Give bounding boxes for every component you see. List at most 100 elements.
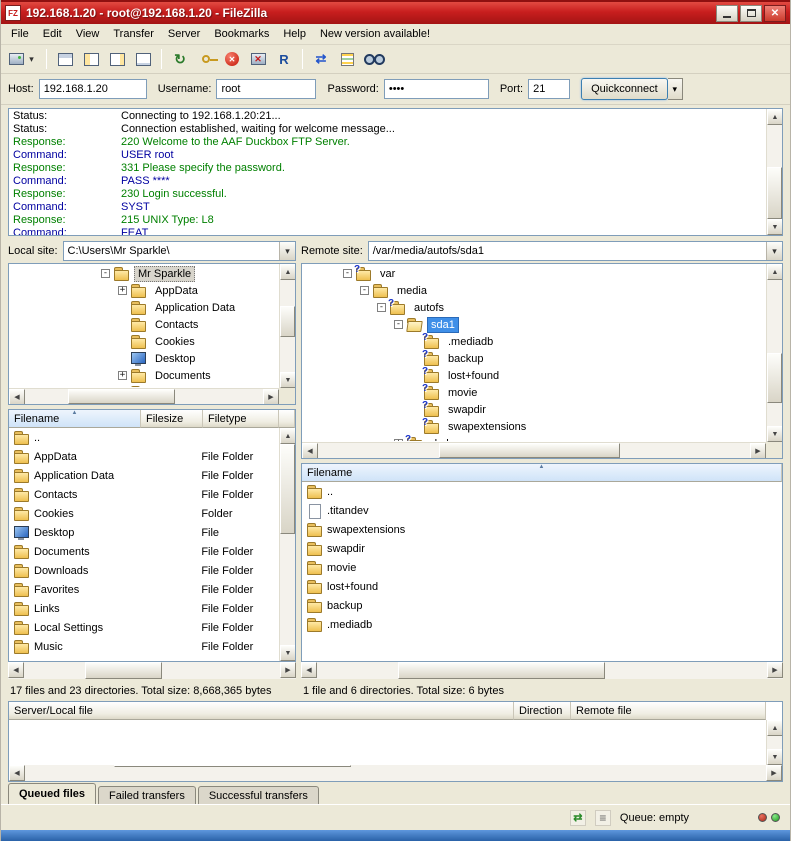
scrollbar-thumb[interactable]: [767, 167, 782, 219]
scroll-up-button[interactable]: [280, 264, 296, 280]
local-list-horizontal-scrollbar[interactable]: [8, 662, 296, 679]
file-row[interactable]: Local Settings File Folder: [10, 618, 278, 637]
refresh-button[interactable]: [168, 47, 192, 71]
file-row[interactable]: ..: [10, 428, 278, 447]
synchronized-browsing-button[interactable]: [309, 47, 333, 71]
scroll-down-button[interactable]: [767, 426, 783, 442]
tree-item[interactable]: + ? dvd: [303, 435, 765, 441]
reconnect-button[interactable]: [272, 47, 296, 71]
message-log[interactable]: Status:Connecting to 192.168.1.20:21... …: [8, 108, 783, 236]
tree-item[interactable]: - ? var: [303, 265, 765, 282]
tree-item[interactable]: ? movie: [303, 384, 765, 401]
file-row[interactable]: AppData File Folder: [10, 447, 278, 466]
file-row[interactable]: ..: [303, 482, 781, 501]
tree-item[interactable]: ? swapdir: [303, 401, 765, 418]
menu-item[interactable]: New version available!: [313, 25, 437, 43]
titlebar[interactable]: 192.168.1.20 - root@192.168.1.20 - FileZ…: [1, 0, 790, 24]
tree-expander-icon[interactable]: +: [118, 286, 127, 295]
column-header-remote-file[interactable]: Remote file: [571, 702, 766, 720]
remote-directory-tree[interactable]: - ? var - media: [301, 263, 783, 459]
local-site-dropdown-icon[interactable]: [279, 242, 295, 260]
file-row[interactable]: Contacts File Folder: [10, 485, 278, 504]
remote-tree-horizontal-scrollbar[interactable]: [302, 442, 766, 458]
directory-comparison-button[interactable]: [335, 47, 359, 71]
scrollbar-track[interactable]: [767, 125, 782, 219]
remote-site-combobox[interactable]: /var/media/autofs/sda1: [368, 241, 783, 261]
tree-item[interactable]: Desktop: [10, 350, 278, 367]
toggle-message-log-button[interactable]: [53, 47, 77, 71]
scrollbar-thumb[interactable]: [114, 765, 351, 767]
tree-expander-icon[interactable]: -: [101, 269, 110, 278]
scroll-down-button[interactable]: [767, 219, 783, 235]
remote-site-dropdown-icon[interactable]: [766, 242, 782, 260]
file-row[interactable]: backup: [303, 596, 781, 615]
local-file-list[interactable]: Filename Filesize Filetype ..: [8, 409, 296, 662]
file-row[interactable]: Links File Folder: [10, 599, 278, 618]
log-vertical-scrollbar[interactable]: [766, 109, 782, 235]
file-row[interactable]: Documents File Folder: [10, 542, 278, 561]
find-files-button[interactable]: [361, 47, 388, 71]
tree-expander-icon[interactable]: -: [377, 303, 386, 312]
toggle-queue-button[interactable]: [131, 47, 155, 71]
scrollbar-track[interactable]: [767, 280, 782, 426]
file-row[interactable]: .mediadb: [303, 615, 781, 634]
menu-item[interactable]: Server: [161, 25, 207, 43]
scrollbar-track[interactable]: [318, 443, 750, 458]
password-input[interactable]: [384, 79, 489, 99]
menu-item[interactable]: Transfer: [106, 25, 161, 43]
tree-item[interactable]: + Documents: [10, 367, 278, 384]
scroll-right-button[interactable]: [767, 662, 783, 678]
host-input[interactable]: [39, 79, 147, 99]
file-row[interactable]: swapdir: [303, 539, 781, 558]
file-row[interactable]: movie: [303, 558, 781, 577]
queue-tab[interactable]: Failed transfers: [98, 786, 196, 804]
column-header-filesize[interactable]: Filesize: [141, 410, 203, 428]
tree-item[interactable]: ? .mediadb: [303, 333, 765, 350]
scrollbar-track[interactable]: [24, 662, 280, 679]
scroll-left-button[interactable]: [8, 662, 24, 678]
quickconnect-dropdown-button[interactable]: [668, 78, 683, 100]
queue-tab[interactable]: Queued files: [8, 783, 96, 804]
scroll-left-button[interactable]: [9, 765, 25, 781]
scroll-right-button[interactable]: [263, 389, 279, 405]
synchronized-browsing-status-icon[interactable]: [570, 810, 586, 826]
scrollbar-thumb[interactable]: [280, 306, 295, 337]
file-row[interactable]: Desktop File: [10, 523, 278, 542]
scrollbar-track[interactable]: [280, 444, 295, 645]
queue-vertical-scrollbar[interactable]: [766, 720, 782, 765]
site-manager-dropdown-icon[interactable]: [26, 50, 37, 68]
tree-item[interactable]: - sda1: [303, 316, 765, 333]
menu-item[interactable]: Bookmarks: [207, 25, 276, 43]
scroll-up-button[interactable]: [280, 428, 296, 444]
column-header-filetype[interactable]: Filetype: [203, 410, 279, 428]
scrollbar-thumb[interactable]: [398, 662, 605, 679]
scroll-left-button[interactable]: [9, 389, 25, 405]
tree-expander-icon[interactable]: -: [394, 320, 403, 329]
maximize-button[interactable]: [740, 5, 762, 22]
tree-item[interactable]: Cookies: [10, 333, 278, 350]
queue-horizontal-scrollbar[interactable]: [8, 765, 783, 782]
local-list-vertical-scrollbar[interactable]: [279, 428, 295, 661]
scrollbar-thumb[interactable]: [767, 353, 782, 403]
scroll-down-button[interactable]: [767, 749, 783, 765]
close-button[interactable]: [764, 5, 786, 22]
scrollbar-thumb[interactable]: [280, 444, 295, 534]
scroll-up-button[interactable]: [767, 264, 783, 280]
column-header-filename[interactable]: Filename: [302, 464, 782, 482]
scrollbar-track[interactable]: [280, 280, 295, 372]
local-tree-horizontal-scrollbar[interactable]: [9, 388, 279, 404]
column-header-direction[interactable]: Direction: [514, 702, 571, 720]
remote-file-list[interactable]: Filename .. .titandev: [301, 463, 783, 662]
file-row[interactable]: .titandev: [303, 501, 781, 520]
transfer-queue-list[interactable]: Server/Local file Direction Remote file: [8, 701, 783, 765]
scrollbar-thumb[interactable]: [439, 443, 620, 458]
menu-item[interactable]: Edit: [36, 25, 69, 43]
queue-tab[interactable]: Successful transfers: [198, 786, 319, 804]
minimize-button[interactable]: [716, 5, 738, 22]
file-row[interactable]: Application Data File Folder: [10, 466, 278, 485]
scroll-down-button[interactable]: [280, 372, 296, 388]
tree-item[interactable]: - ? autofs: [303, 299, 765, 316]
toggle-local-tree-button[interactable]: [79, 47, 103, 71]
scrollbar-thumb[interactable]: [85, 662, 162, 679]
scrollbar-track[interactable]: [767, 736, 782, 749]
